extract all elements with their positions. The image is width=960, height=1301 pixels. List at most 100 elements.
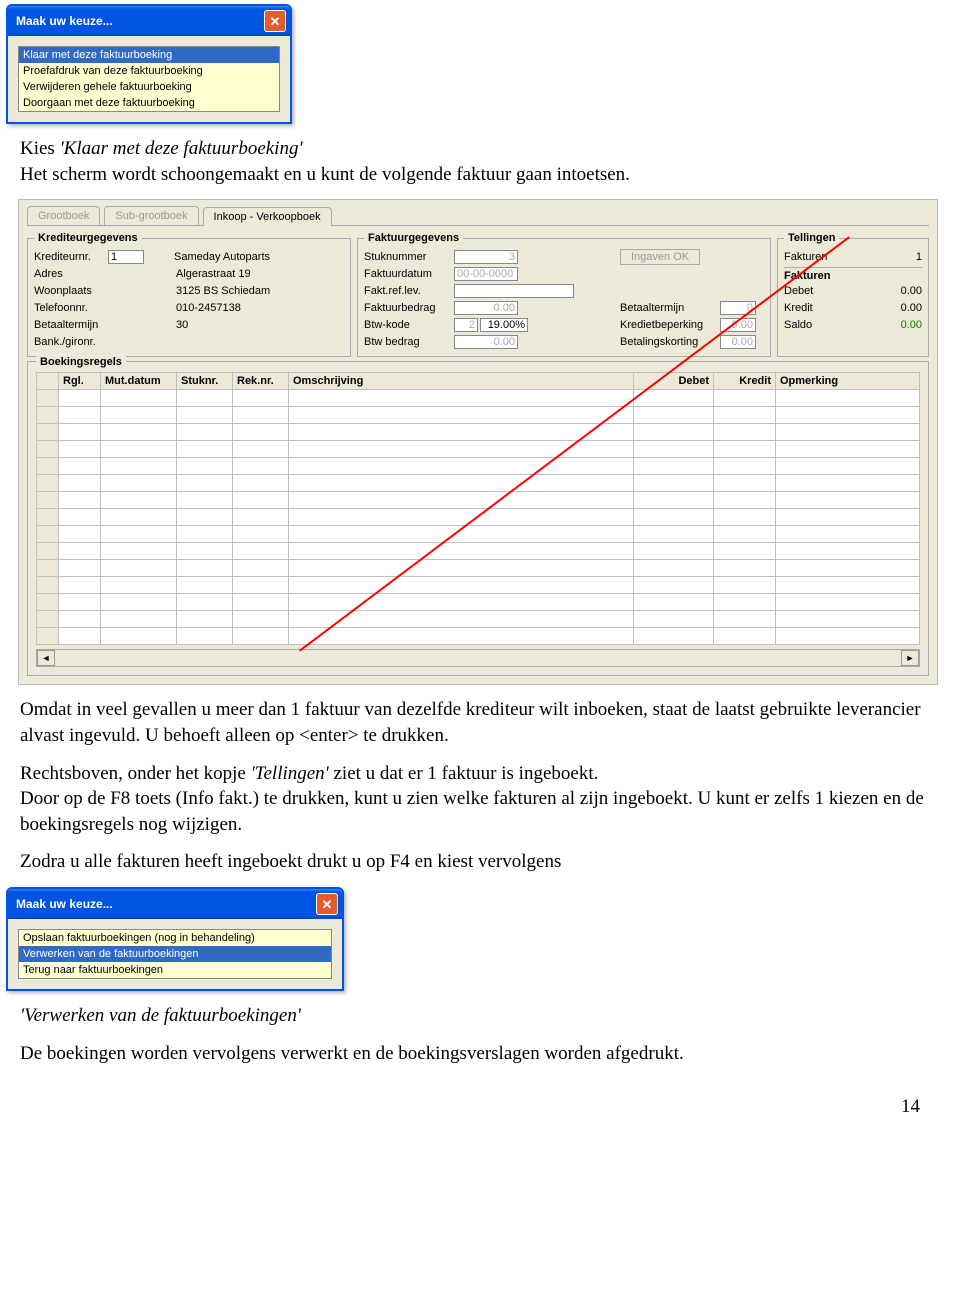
dialog-titlebar[interactable]: Maak uw keuze... ✕ bbox=[8, 889, 342, 919]
label-betaaltermijn: Betaaltermijn bbox=[34, 319, 108, 331]
fg-betaaltermijn-input[interactable] bbox=[720, 301, 756, 315]
table-row[interactable] bbox=[37, 577, 920, 594]
dialog-titlebar[interactable]: Maak uw keuze... ✕ bbox=[8, 6, 290, 36]
label-bank: Bank./gironr. bbox=[34, 336, 108, 348]
table-row[interactable] bbox=[37, 407, 920, 424]
tellingen-legend: Tellingen bbox=[784, 232, 839, 244]
label-stuknummer: Stuknummer bbox=[364, 251, 454, 263]
table-row[interactable] bbox=[37, 424, 920, 441]
value-fakturen: 1 bbox=[916, 251, 922, 263]
faktuur-fieldset: Faktuurgegevens Stuknummer Faktuurdatum … bbox=[357, 232, 771, 357]
krediteur-legend: Krediteurgegevens bbox=[34, 232, 142, 244]
tellingen-fieldset: Tellingen Fakturen 1 Fakturen Debet 0.00… bbox=[777, 232, 929, 357]
value-betaaltermijn: 30 bbox=[176, 319, 188, 331]
table-row[interactable] bbox=[37, 628, 920, 645]
choice-listbox-1[interactable]: Klaar met deze faktuurboekingProefafdruk… bbox=[18, 46, 280, 112]
btwkode-input[interactable] bbox=[454, 318, 478, 332]
ingaven-ok-button[interactable]: Ingaven OK bbox=[620, 249, 700, 265]
table-row[interactable] bbox=[37, 560, 920, 577]
boekings-fieldset: Boekingsregels Rgl.Mut.datumStuknr.Rek.n… bbox=[27, 361, 929, 676]
value-debet: 0.00 bbox=[901, 285, 922, 297]
stuknummer-input[interactable] bbox=[454, 250, 518, 264]
boekings-table: Rgl.Mut.datumStuknr.Rek.nr.OmschrijvingD… bbox=[36, 372, 920, 645]
paragraph: Omdat in veel gevallen u meer dan 1 fakt… bbox=[20, 697, 940, 748]
krediteur-naam: Sameday Autoparts bbox=[174, 251, 270, 263]
paragraph: 'Verwerken van de faktuurboekingen' bbox=[20, 1003, 940, 1029]
table-row[interactable] bbox=[37, 441, 920, 458]
faktuur-legend: Faktuurgegevens bbox=[364, 232, 463, 244]
label-saldo: Saldo bbox=[784, 319, 828, 331]
label-faktuurbedrag: Faktuurbedrag bbox=[364, 302, 454, 314]
faktreflev-input[interactable] bbox=[454, 284, 574, 298]
paragraph: Zodra u alle fakturen heeft ingeboekt dr… bbox=[20, 849, 940, 875]
tab[interactable]: Grootboek bbox=[27, 206, 100, 225]
close-icon[interactable]: ✕ bbox=[316, 893, 338, 915]
choice-dialog-1: Maak uw keuze... ✕ Klaar met deze faktuu… bbox=[6, 4, 292, 124]
label-faktuurdatum: Faktuurdatum bbox=[364, 268, 454, 280]
dialog-title: Maak uw keuze... bbox=[16, 897, 113, 911]
value-kredit: 0.00 bbox=[901, 302, 922, 314]
label-adres: Adres bbox=[34, 268, 108, 280]
table-header: Rek.nr. bbox=[233, 373, 289, 390]
table-row[interactable] bbox=[37, 390, 920, 407]
krediteur-fieldset: Krediteurgegevens Krediteurnr. Sameday A… bbox=[27, 232, 351, 357]
faktuurdatum-input[interactable] bbox=[454, 267, 518, 281]
list-item[interactable]: Doorgaan met deze faktuurboeking bbox=[19, 95, 279, 111]
table-row[interactable] bbox=[37, 526, 920, 543]
faktuurbedrag-input[interactable] bbox=[454, 301, 518, 315]
list-item[interactable]: Verwijderen gehele faktuurboeking bbox=[19, 79, 279, 95]
krediteurnr-input[interactable] bbox=[108, 250, 144, 264]
scroll-left-icon[interactable]: ◄ bbox=[37, 650, 55, 666]
table-row[interactable] bbox=[37, 458, 920, 475]
value-adres: Algerastraat 19 bbox=[176, 268, 251, 280]
table-header: Debet bbox=[634, 373, 714, 390]
table-header: Kredit bbox=[714, 373, 776, 390]
table-header: Stuknr. bbox=[177, 373, 233, 390]
tab[interactable]: Inkoop - Verkoopboek bbox=[203, 207, 332, 226]
erp-panel: GrootboekSub-grootboek Inkoop - Verkoopbo… bbox=[18, 199, 938, 685]
table-header: Opmerking bbox=[776, 373, 920, 390]
paragraph: De boekingen worden vervolgens verwerkt … bbox=[20, 1041, 940, 1067]
scroll-right-icon[interactable]: ► bbox=[901, 650, 919, 666]
paragraph: Kies 'Klaar met deze faktuurboeking' Het… bbox=[20, 136, 940, 187]
page-number: 14 bbox=[0, 1096, 920, 1118]
boekings-legend: Boekingsregels bbox=[36, 356, 126, 368]
label-krediteurnr: Krediteurnr. bbox=[34, 251, 108, 263]
choice-dialog-2: Maak uw keuze... ✕ Opslaan faktuurboekin… bbox=[6, 887, 344, 991]
list-item[interactable]: Terug naar faktuurboekingen bbox=[19, 962, 331, 978]
label-btwkode: Btw-kode bbox=[364, 319, 454, 331]
value-woonplaats: 3125 BS Schiedam bbox=[176, 285, 270, 297]
table-row[interactable] bbox=[37, 475, 920, 492]
label-kredietbeperking: Kredietbeperking bbox=[620, 319, 720, 331]
label-faktreflev: Fakt.ref.lev. bbox=[364, 285, 454, 297]
list-item[interactable]: Verwerken van de faktuurboekingen bbox=[19, 946, 331, 962]
tab[interactable]: Sub-grootboek bbox=[104, 206, 198, 225]
choice-listbox-2[interactable]: Opslaan faktuurboekingen (nog in behande… bbox=[18, 929, 332, 979]
btwpct-input[interactable] bbox=[480, 318, 528, 332]
tabs: GrootboekSub-grootboek Inkoop - Verkoopbo… bbox=[19, 200, 937, 225]
table-row[interactable] bbox=[37, 492, 920, 509]
dialog-title: Maak uw keuze... bbox=[16, 14, 113, 28]
label-debet: Debet bbox=[784, 285, 828, 297]
label-kredit: Kredit bbox=[784, 302, 828, 314]
label-fg-betaaltermijn: Betaaltermijn bbox=[620, 302, 720, 314]
value-saldo: 0.00 bbox=[901, 319, 922, 331]
label-btwbedrag: Btw bedrag bbox=[364, 336, 454, 348]
scrollbar[interactable]: ◄ ► bbox=[36, 649, 920, 667]
label-woonplaats: Woonplaats bbox=[34, 285, 108, 297]
label-telefoon: Telefoonnr. bbox=[34, 302, 108, 314]
list-item[interactable]: Proefafdruk van deze faktuurboeking bbox=[19, 63, 279, 79]
table-header: Omschrijving bbox=[289, 373, 634, 390]
btwbedrag-input[interactable] bbox=[454, 335, 518, 349]
close-icon[interactable]: ✕ bbox=[264, 10, 286, 32]
table-row[interactable] bbox=[37, 543, 920, 560]
table-row[interactable] bbox=[37, 611, 920, 628]
paragraph: Rechtsboven, onder het kopje 'Tellingen'… bbox=[20, 761, 940, 838]
value-telefoon: 010-2457138 bbox=[176, 302, 241, 314]
table-row[interactable] bbox=[37, 594, 920, 611]
list-item[interactable]: Klaar met deze faktuurboeking bbox=[19, 47, 279, 63]
table-header: Mut.datum bbox=[101, 373, 177, 390]
list-item[interactable]: Opslaan faktuurboekingen (nog in behande… bbox=[19, 930, 331, 946]
betalingskorting-input[interactable] bbox=[720, 335, 756, 349]
table-header: Rgl. bbox=[59, 373, 101, 390]
